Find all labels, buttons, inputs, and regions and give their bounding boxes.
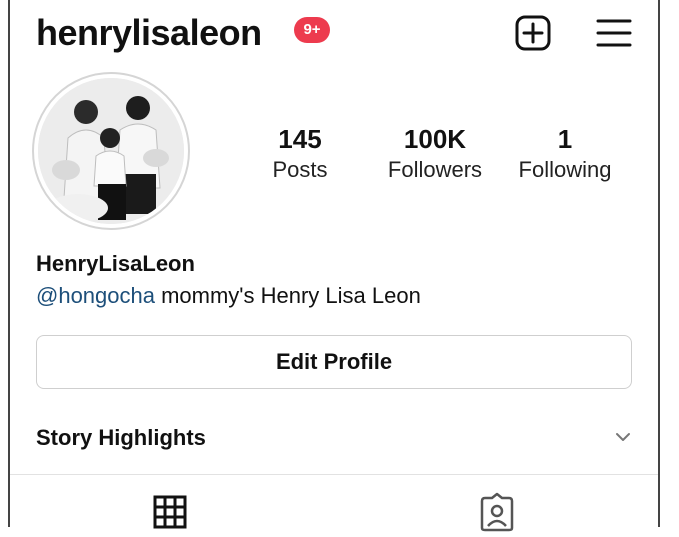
display-name: HenryLisaLeon <box>36 251 195 276</box>
add-post-button[interactable] <box>514 14 552 52</box>
tabs-divider <box>10 474 658 475</box>
grid-icon <box>153 495 187 529</box>
profile-stats: 145 Posts 100K Followers 1 Following <box>240 124 640 184</box>
tagged-person-icon <box>480 492 514 532</box>
profile-screen: henrylisaleon 9+ 145 Posts 100K Follower… <box>8 0 660 532</box>
chevron-down-icon[interactable] <box>614 430 632 444</box>
avatar[interactable] <box>38 78 184 224</box>
tab-posts-grid[interactable] <box>152 494 188 530</box>
bio-mention-link[interactable]: @hongocha <box>36 283 155 308</box>
followers-stat[interactable]: 100K Followers <box>365 124 505 183</box>
posts-label: Posts <box>272 157 328 182</box>
following-label: Following <box>518 157 612 182</box>
avatar-ring[interactable] <box>32 72 190 230</box>
followers-label: Followers <box>387 157 483 182</box>
family-photo <box>38 78 184 224</box>
followers-count: 100K <box>403 124 467 154</box>
top-bar: henrylisaleon 9+ <box>10 0 658 64</box>
posts-stat[interactable]: 145 Posts <box>240 124 360 183</box>
hamburger-menu-icon <box>596 19 632 47</box>
following-stat[interactable]: 1 Following <box>505 124 625 183</box>
edit-profile-button[interactable]: Edit Profile <box>36 335 632 389</box>
tab-tagged[interactable] <box>479 492 515 532</box>
username-title[interactable]: henrylisaleon <box>36 12 262 54</box>
bio-text: mommy's Henry Lisa Leon <box>154 283 421 308</box>
plus-square-icon <box>515 15 551 51</box>
menu-button[interactable] <box>595 14 633 52</box>
following-count: 1 <box>557 124 573 154</box>
notification-badge[interactable]: 9+ <box>294 17 330 43</box>
posts-count: 145 <box>278 124 322 154</box>
story-highlights-title[interactable]: Story Highlights <box>36 425 206 451</box>
bio: @hongocha mommy's Henry Lisa Leon <box>36 283 421 309</box>
